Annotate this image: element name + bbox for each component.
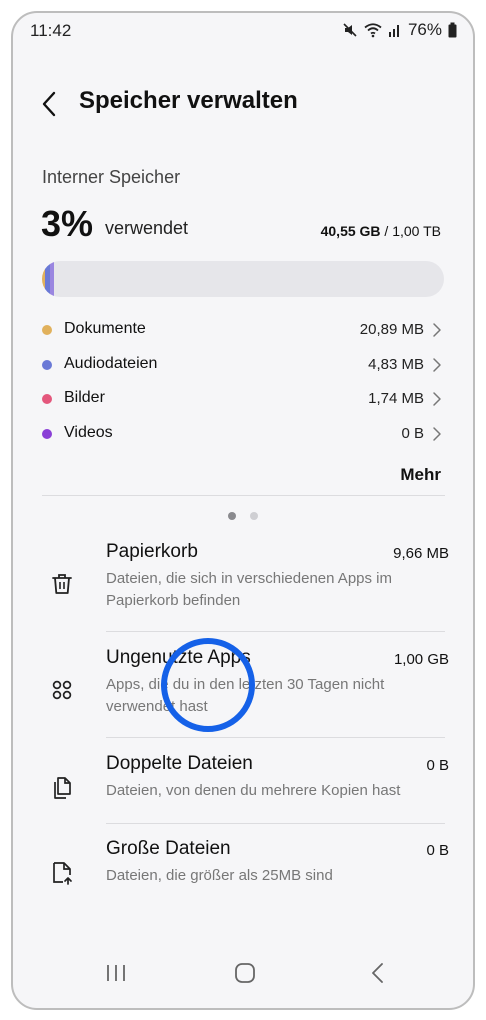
- cleanup-item-title: Doppelte Dateien: [106, 753, 253, 774]
- mute-icon: [343, 23, 357, 37]
- status-time: 11:42: [30, 21, 72, 40]
- battery-icon: [448, 22, 457, 38]
- total-amount: 1,00 TB: [392, 223, 441, 239]
- cleanup-item-doppelte-dateien[interactable]: Doppelte Dateien 0 B Dateien, von denen du…: [13, 753, 473, 829]
- used-amount: 40,55 GB: [320, 223, 381, 239]
- cleanup-item-size: 1,00 GB: [393, 651, 449, 668]
- chevron-right-icon: [433, 427, 441, 441]
- usage-percent: 3%: [41, 203, 94, 244]
- cleanup-item-title: Große Dateien: [106, 838, 231, 859]
- usage-amount: 40,55 GB / 1,00 TB: [321, 223, 441, 239]
- duplicate-files-icon: [49, 775, 75, 801]
- cleanup-item-description: Apps, die du in den letzten 30 Tagen nic…: [106, 676, 385, 715]
- category-color-dot: [42, 394, 52, 405]
- more-button[interactable]: Mehr: [400, 465, 441, 485]
- category-label: Audiodateien: [64, 354, 158, 372]
- phone-screen: 11:42 76% Speicher verwalten Interner Sp…: [11, 11, 475, 1010]
- category-size: 1,74 MB: [368, 390, 424, 408]
- category-label: Videos: [64, 424, 113, 442]
- back-arrow-icon[interactable]: [37, 89, 63, 119]
- category-label: Dokumente: [64, 320, 146, 337]
- cleanup-item-size: 9,66 MB: [393, 545, 449, 562]
- usage-separator: /: [380, 223, 393, 239]
- large-file-icon: [49, 860, 75, 886]
- category-row-audiodateien[interactable]: Audiodateien 4,83 MB: [42, 350, 444, 385]
- cleanup-item-description: Dateien, die größer als 25MB sind: [106, 867, 333, 884]
- category-color-dot: [42, 429, 52, 440]
- wifi-icon: [364, 23, 382, 38]
- category-size: 20,89 MB: [359, 321, 424, 338]
- cleanup-item-title: Papierkorb: [106, 541, 198, 562]
- trash-icon: [49, 571, 75, 597]
- storage-usage-fill: [42, 261, 55, 297]
- cleanup-item-size: 0 B: [426, 757, 449, 774]
- chevron-right-icon: [433, 357, 441, 372]
- item-divider: [106, 631, 445, 632]
- page-dot-inactive[interactable]: [250, 512, 258, 520]
- page-indicator: [13, 512, 473, 520]
- section-divider: [42, 495, 445, 496]
- signal-icon: [388, 25, 399, 37]
- category-size: 4,83 MB: [368, 355, 424, 373]
- category-row-dokumente[interactable]: Dokumente 20,89 MB: [42, 315, 444, 350]
- category-size: 0 B: [401, 425, 424, 443]
- cleanup-item-description: Dateien, von denen du mehrere Kopien has…: [106, 782, 401, 799]
- page-title: Speicher verwalten: [79, 87, 298, 114]
- cleanup-item-description: Dateien, die sich in verschiedenen Apps …: [106, 570, 392, 609]
- page-dot-active[interactable]: [228, 512, 236, 520]
- category-color-dot: [42, 359, 52, 370]
- category-row-videos[interactable]: Videos 0 B: [42, 419, 444, 454]
- cleanup-item-papierkorb[interactable]: Papierkorb 9,66 MB Dateien, die sich in ve…: [13, 541, 473, 637]
- home-icon[interactable]: [234, 962, 256, 984]
- chevron-right-icon: [433, 323, 441, 337]
- back-nav-icon[interactable]: [367, 962, 389, 984]
- app-header: Speicher verwalten: [13, 83, 473, 127]
- category-list: Dokumente 20,89 MB Audiodateien 4,83 MB Bild…: [42, 315, 444, 454]
- battery-percent: 76%: [407, 20, 442, 39]
- chevron-right-icon: [433, 392, 441, 407]
- storage-section-title: Interner Speicher: [42, 167, 181, 187]
- cleanup-item-size: 0 B: [426, 842, 449, 859]
- usage-label: verwendet: [105, 218, 189, 238]
- status-bar: 11:42 76%: [13, 13, 473, 53]
- apps-grid-icon: [49, 677, 75, 703]
- category-label: Bilder: [64, 389, 105, 407]
- item-divider: [106, 823, 445, 824]
- status-icons: 76%: [342, 20, 457, 40]
- cleanup-item-grosse-dateien[interactable]: Große Dateien 0 B Dateien, die größer als …: [13, 838, 473, 914]
- storage-usage-bar: [42, 261, 444, 297]
- category-row-bilder[interactable]: Bilder 1,74 MB: [42, 384, 444, 419]
- navigation-bar: [13, 948, 473, 1008]
- recent-apps-icon[interactable]: [105, 962, 127, 984]
- touch-indicator: [161, 638, 255, 732]
- category-color-dot: [42, 325, 52, 335]
- item-divider: [106, 737, 445, 738]
